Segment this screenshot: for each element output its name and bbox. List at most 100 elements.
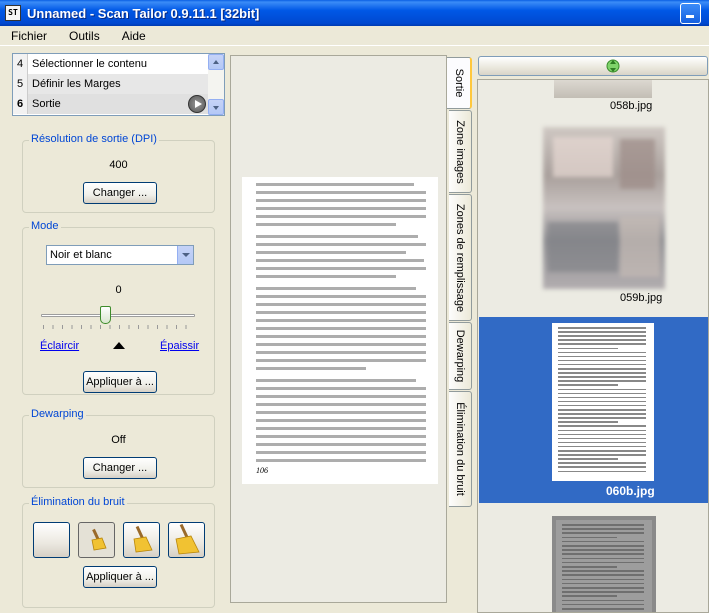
text-line [562, 608, 644, 610]
text-line [558, 470, 646, 472]
text-line [558, 380, 646, 382]
noise-medium-button[interactable] [123, 522, 160, 558]
thumbnail-list[interactable]: 058b.jpg 059b.jpg 060b.jpg [477, 79, 709, 613]
text-line [256, 359, 426, 362]
noise-none-button[interactable] [33, 522, 70, 558]
scroll-down-icon[interactable] [208, 99, 224, 115]
thumbnail-selected[interactable]: 060b.jpg [479, 317, 708, 503]
step-item[interactable]: 4 Sélectionner le contenu [13, 54, 209, 74]
menu-outils[interactable]: Outils [58, 29, 111, 43]
text-line [562, 549, 644, 551]
menu-bar: Fichier Outils Aide [0, 26, 709, 46]
text-line [256, 275, 396, 278]
text-line [558, 363, 646, 366]
step-label: Sélectionner le contenu [32, 58, 147, 70]
chevron-down-icon[interactable] [177, 246, 193, 264]
triangle-up-icon [113, 342, 125, 349]
text-line [256, 395, 426, 398]
text-line [256, 419, 426, 422]
page-number: 106 [256, 466, 268, 475]
text-line [558, 384, 618, 386]
window-title: Unnamed - Scan Tailor 0.9.11.1 [32bit] [27, 5, 260, 21]
text-line [256, 207, 426, 210]
change-dewarping-button[interactable]: Changer ... [83, 457, 157, 479]
step-label: Sortie [32, 98, 61, 110]
text-line [558, 466, 646, 468]
tab-label: Zone images [454, 119, 466, 184]
output-page: 106 [242, 177, 438, 484]
text-line [558, 392, 646, 395]
menu-fichier[interactable]: Fichier [0, 29, 58, 43]
menu-aide[interactable]: Aide [111, 29, 157, 43]
text-line [558, 421, 618, 423]
mode-select[interactable]: Noir et blanc [46, 245, 194, 265]
text-line [256, 191, 426, 194]
mode-group: Mode Noir et blanc 0 Éclaircir Épaissir … [22, 220, 215, 395]
change-resolution-button[interactable]: Changer ... [83, 182, 157, 204]
text-line [256, 311, 426, 314]
tab-dewarping[interactable]: Dewarping [449, 322, 472, 390]
tab-zone-images[interactable]: Zone images [449, 110, 472, 193]
title-bar: ST Unnamed - Scan Tailor 0.9.11.1 [32bit… [0, 0, 709, 26]
tab-noise[interactable]: Élimination du bruit [449, 391, 472, 507]
resolution-group: Résolution de sortie (DPI) 400 Changer .… [22, 133, 215, 213]
text-line [562, 532, 644, 534]
text-line [256, 235, 418, 238]
thumbnail-order-button[interactable] [478, 56, 708, 76]
text-line [558, 433, 646, 436]
text-line [558, 400, 646, 403]
apply-mode-button[interactable]: Appliquer à ... [83, 371, 157, 393]
text-line [256, 435, 426, 438]
page-preview-area[interactable]: 106 [230, 55, 447, 603]
text-line [558, 343, 646, 345]
text-line [558, 441, 646, 444]
noise-low-button[interactable] [78, 522, 115, 558]
text-line [256, 243, 426, 246]
thumbnail-image[interactable] [552, 323, 654, 481]
text-line [558, 331, 646, 333]
tab-sortie[interactable]: Sortie [447, 57, 472, 109]
scroll-up-icon[interactable] [208, 54, 224, 70]
text-line [256, 351, 426, 354]
lighter-link[interactable]: Éclaircir [40, 340, 79, 352]
threshold-slider-track[interactable] [41, 314, 195, 317]
step-label: Définir les Marges [32, 78, 121, 90]
step-item-active[interactable]: 6 Sortie [13, 94, 209, 114]
text-line [256, 343, 426, 346]
thumbnail-image[interactable] [552, 516, 656, 612]
dewarping-group: Dewarping Off Changer ... [22, 408, 215, 488]
text-line [558, 396, 646, 399]
text-line [562, 595, 617, 597]
noise-high-button[interactable] [168, 522, 205, 558]
text-line [256, 303, 426, 306]
app-icon: ST [5, 5, 21, 21]
tab-label: Dewarping [454, 329, 466, 383]
step-number: 6 [13, 94, 28, 114]
text-line [562, 599, 644, 602]
thumbnail-image[interactable] [543, 127, 665, 289]
tab-label: Élimination du bruit [454, 402, 466, 496]
text-line [256, 443, 426, 446]
text-line [558, 335, 646, 337]
thumbnail-caption: 059b.jpg [620, 292, 663, 304]
thicker-link[interactable]: Épaissir [160, 340, 199, 352]
step-item[interactable]: 5 Définir les Marges [13, 74, 209, 94]
text-line [558, 462, 646, 464]
text-line [256, 451, 426, 454]
text-line [562, 578, 644, 581]
steps-scrollbar[interactable] [208, 54, 224, 115]
text-line [558, 376, 646, 378]
broom-medium-icon [133, 526, 153, 553]
minimize-button[interactable] [680, 3, 701, 24]
mode-title: Mode [29, 220, 61, 232]
play-icon[interactable] [188, 95, 206, 113]
text-line [256, 335, 426, 338]
tab-zones-remplissage[interactable]: Zones de remplissage [449, 194, 472, 321]
threshold-slider-thumb[interactable] [100, 306, 111, 324]
text-line [562, 603, 644, 606]
tab-label: Zones de remplissage [454, 203, 466, 312]
text-line [256, 267, 426, 270]
thumbnail-image[interactable] [554, 80, 652, 98]
apply-noise-button[interactable]: Appliquer à ... [83, 566, 157, 588]
text-line [562, 536, 617, 539]
